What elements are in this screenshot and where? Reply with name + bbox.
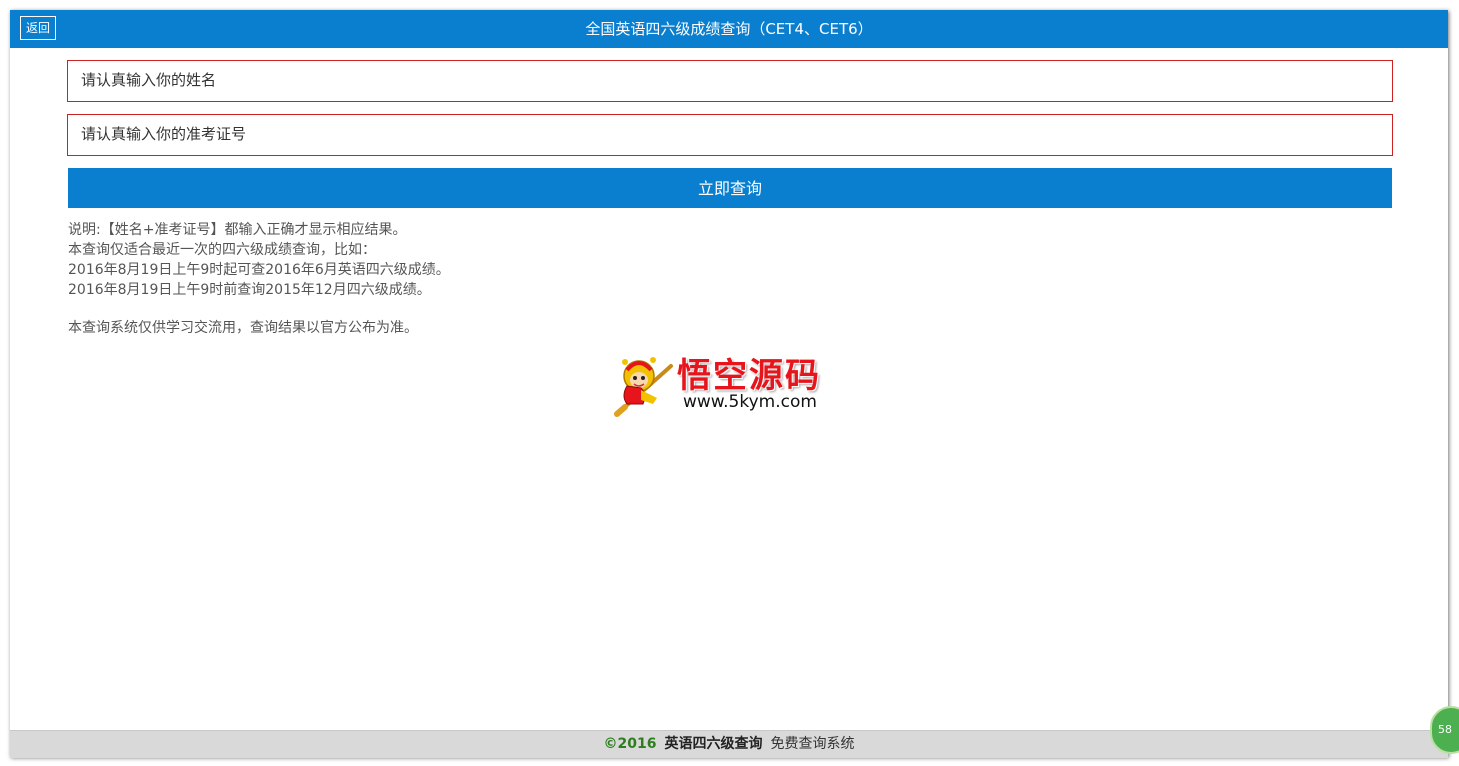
footer-brand: 英语四六级查询 [664,736,763,752]
name-input[interactable] [79,61,1383,99]
logo-url: www.5kym.com [683,392,817,412]
query-button[interactable]: 立即查询 [68,168,1392,208]
floating-badge[interactable]: 58 [1430,706,1459,754]
name-field[interactable] [67,60,1393,102]
ticket-field[interactable] [67,114,1393,156]
page-title: 全国英语四六级成绩查询（CET4、CET6） [585,20,873,38]
footer-subtitle: 免费查询系统 [770,736,855,752]
instruction-line: 2016年8月19日上午9时起可查2016年6月英语四六级成绩。 [68,262,450,278]
logo-title: 悟空源码 [677,356,821,396]
monkey-king-icon [614,357,673,417]
instructions: 说明:【姓名+准考证号】都输入正确才显示相应结果。 本查询仅适合最近一次的四六级… [68,220,968,338]
disclaimer-text: 本查询系统仅供学习交流用，查询结果以官方公布为准。 [68,320,418,336]
instruction-line: 说明:【姓名+准考证号】都输入正确才显示相应结果。 [68,222,407,238]
copyright-text: ©2016 [603,736,657,752]
site-logo: 悟空源码 www.5kym.com [613,348,845,420]
ticket-number-input[interactable] [79,115,1383,153]
footer: ©2016 英语四六级查询 免费查询系统 [10,730,1448,758]
page-container: 全国英语四六级成绩查询（CET4、CET6） 返回 立即查询 说明:【姓名+准考… [10,10,1448,758]
header-bar: 全国英语四六级成绩查询（CET4、CET6） 返回 [10,10,1448,48]
back-button[interactable]: 返回 [20,16,56,40]
instruction-line: 本查询仅适合最近一次的四六级成绩查询，比如： [68,242,376,258]
instruction-line: 2016年8月19日上午9时前查询2015年12月四六级成绩。 [68,282,431,298]
